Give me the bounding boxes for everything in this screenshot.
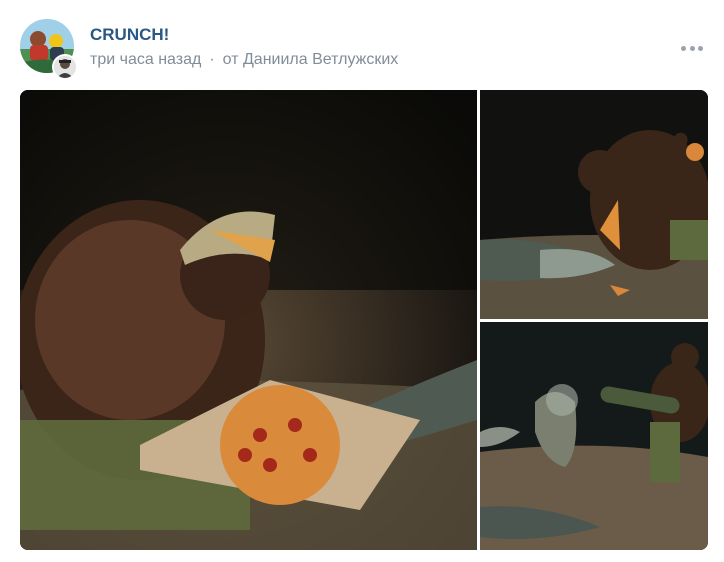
author-avatar[interactable] [52,54,78,80]
post-photo-2[interactable] [480,90,708,319]
more-horizontal-icon[interactable] [681,44,703,52]
post-time[interactable]: три часа назад [90,51,201,68]
post-signer[interactable]: от Даниила Ветлужских [223,51,399,68]
post-meta: три часа назад · от Даниила Ветлужских [90,51,398,69]
community-name-link[interactable]: CRUNCH! [90,25,169,45]
more-dot [689,45,695,51]
more-dot [698,45,703,51]
wall-post: CRUNCH! три часа назад · от Даниила Ветлуж… [0,0,724,562]
post-photo-1[interactable] [20,90,477,550]
more-dot [681,45,686,51]
post-photo-3[interactable] [480,322,708,550]
meta-separator: · [209,51,215,68]
